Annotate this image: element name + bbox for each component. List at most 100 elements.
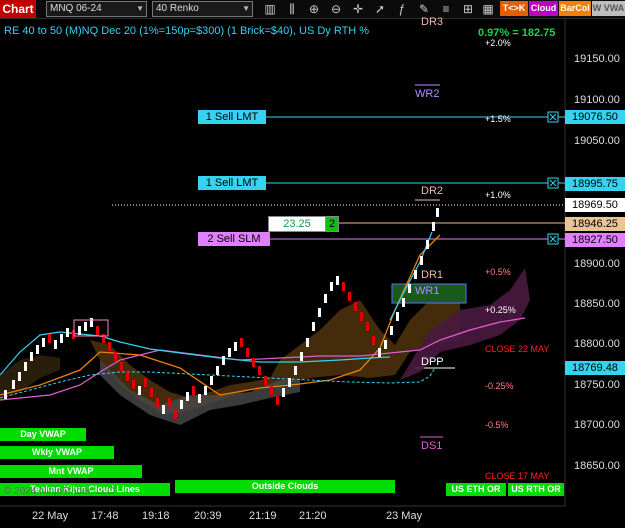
down-brick [108, 342, 111, 351]
sell-lmt-2-price-tag: 18995.75 [565, 177, 625, 191]
up-brick [408, 284, 411, 293]
plus-1-5-pct-label: +1.5% [485, 114, 511, 124]
up-brick [402, 298, 405, 307]
down-brick [366, 322, 369, 331]
dr3-label: DR3 [421, 16, 444, 28]
up-brick [306, 338, 309, 347]
time-tick: 22 May [32, 510, 69, 522]
down-brick [276, 396, 279, 405]
time-tick: 23 May [386, 510, 423, 522]
cancel-order-icon[interactable] [547, 111, 559, 123]
time-tick: 17:48 [91, 510, 119, 522]
down-brick [372, 336, 375, 345]
time-tick: 20:39 [194, 510, 222, 522]
ds1-label: DS1 [421, 440, 443, 452]
sell-lmt-2-order[interactable]: 1 Sell LMT [198, 176, 266, 190]
up-brick [324, 294, 327, 303]
cancel-order-icon[interactable] [547, 233, 559, 245]
down-brick [126, 372, 129, 381]
wr1-label: WR1 [415, 285, 440, 297]
up-brick [12, 380, 15, 389]
up-brick [30, 352, 33, 361]
up-brick [378, 348, 381, 357]
position-quantity[interactable]: 2 [325, 216, 339, 232]
copyright-text: © 2024 NinjaTrader, LLC [4, 486, 115, 497]
up-brick [78, 326, 81, 335]
position-pnl-box[interactable]: 23.25 [268, 216, 326, 232]
chart-title: RE 40 to 50 (M)NQ Dec 20 (1%=150p=$300) … [4, 25, 370, 37]
dr1-label: DR1 [421, 269, 444, 281]
down-brick [114, 352, 117, 361]
minus-0-25-pct-label: -0.25% [485, 381, 514, 391]
up-brick [204, 386, 207, 395]
cancel-order-icon[interactable] [547, 177, 559, 189]
up-brick [234, 342, 237, 351]
down-brick [246, 348, 249, 357]
up-brick [180, 400, 183, 409]
price-tick: 18700.00 [574, 419, 620, 431]
price-tick: 18650.00 [574, 460, 620, 472]
up-brick [432, 222, 435, 231]
price-tick: 19050.00 [574, 135, 620, 147]
up-brick [18, 372, 21, 381]
up-brick [312, 322, 315, 331]
plus-0-5-pct-label: +0.5% [485, 267, 511, 277]
up-brick [60, 334, 63, 343]
up-brick [396, 312, 399, 321]
down-brick [150, 388, 153, 397]
down-brick [102, 334, 105, 343]
down-brick [258, 366, 261, 375]
down-brick [168, 398, 171, 407]
close-22-may-label: CLOSE 22 MAY [485, 344, 550, 354]
minus-0-5-pct-label: -0.5% [485, 420, 509, 430]
down-brick [264, 376, 267, 385]
price-tick: 18750.00 [574, 379, 620, 391]
mnt-vwap-button[interactable]: Mnt VWAP [0, 465, 142, 478]
down-brick [240, 338, 243, 347]
down-brick [120, 362, 123, 371]
down-brick [174, 410, 177, 419]
up-brick [420, 256, 423, 265]
plus-2-pct-label: +2.0% [485, 38, 511, 48]
down-brick [252, 358, 255, 367]
down-brick [156, 398, 159, 407]
up-brick [198, 394, 201, 403]
up-brick [162, 405, 165, 414]
plus-1-pct-label: +1.0% [485, 190, 511, 200]
wkly-vwap-button[interactable]: Wkly VWAP [0, 446, 114, 459]
us-eth-or-button[interactable]: US ETH OR [446, 483, 506, 496]
outside-clouds-button[interactable]: Outside Clouds [175, 480, 395, 493]
time-tick: 19:18 [142, 510, 170, 522]
up-brick [216, 366, 219, 375]
down-brick [354, 302, 357, 311]
sell-lmt-1-order[interactable]: 1 Sell LMT [198, 110, 266, 124]
up-brick [228, 348, 231, 357]
up-brick [336, 276, 339, 285]
up-brick [426, 240, 429, 249]
down-brick [132, 380, 135, 389]
up-brick [330, 282, 333, 291]
up-brick [318, 308, 321, 317]
down-brick [96, 326, 99, 335]
up-brick [186, 392, 189, 401]
wr2-label: WR2 [415, 88, 440, 100]
us-rth-or-button[interactable]: US RTH OR [508, 483, 564, 496]
down-brick [144, 378, 147, 387]
down-brick [342, 282, 345, 291]
up-brick [436, 208, 439, 217]
sell-lmt-1-price-tag: 19076.50 [565, 110, 625, 124]
up-brick [4, 390, 7, 399]
down-brick [48, 334, 51, 343]
up-brick [36, 345, 39, 354]
plus-0-25-pct-label: +0.25% [485, 305, 516, 315]
down-brick [192, 386, 195, 395]
sell-slm-order[interactable]: 2 Sell SLM [198, 232, 270, 246]
up-brick [384, 340, 387, 349]
price-tick: 18850.00 [574, 298, 620, 310]
down-brick [360, 312, 363, 321]
day-vwap-button[interactable]: Day VWAP [0, 428, 86, 441]
dpp-label: DPP [421, 356, 444, 368]
up-brick [300, 352, 303, 361]
up-brick [282, 388, 285, 397]
up-brick [414, 270, 417, 279]
